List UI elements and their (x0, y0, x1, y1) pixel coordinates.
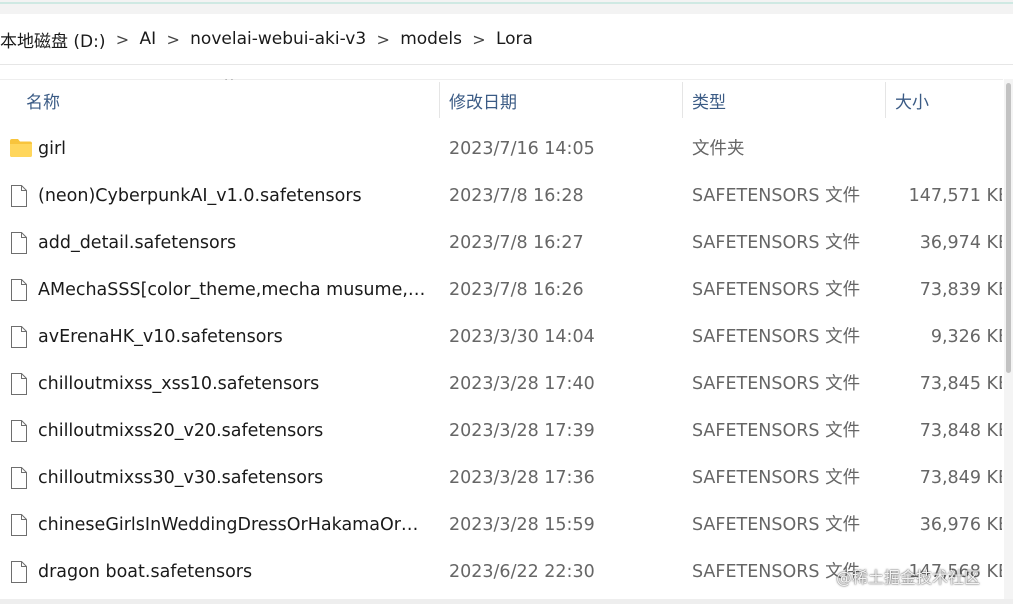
column-divider[interactable] (682, 82, 683, 118)
file-type: SAFETENSORS 文件 (692, 280, 861, 300)
column-header-date[interactable]: 修改日期 (449, 80, 679, 120)
breadcrumb-item-ai[interactable]: AI (140, 29, 157, 49)
column-header-type[interactable]: 类型 (692, 80, 882, 120)
chevron-right-icon[interactable]: > (106, 30, 140, 49)
scrollbar-thumb[interactable] (1006, 83, 1011, 373)
column-header-name[interactable]: 名称 (26, 80, 436, 120)
file-size-cell: 36,976 KB (886, 502, 1002, 549)
file-modified-date: 2023/3/28 15:59 (449, 515, 595, 535)
file-modified-date: 2023/3/28 17:40 (449, 374, 595, 394)
file-size: 147,571 KB (908, 186, 1002, 206)
breadcrumb-item-novelai[interactable]: novelai-webui-aki-v3 (190, 29, 366, 49)
file-icon (9, 372, 31, 396)
file-row[interactable]: avErenaHK_v10.safetensors 2023/3/30 14:04… (0, 314, 1003, 361)
file-modified-date: 2023/6/22 22:30 (449, 562, 595, 582)
file-type: SAFETENSORS 文件 (692, 421, 861, 441)
file-size: 73,839 KB (919, 280, 1002, 300)
column-header-size[interactable]: 大小 (895, 80, 995, 120)
file-row[interactable]: girl 2023/7/16 14:05 文件夹 (0, 126, 1003, 173)
file-icon (9, 513, 31, 537)
file-icon (9, 184, 31, 208)
file-name[interactable]: avErenaHK_v10.safetensors (38, 314, 430, 361)
file-type: SAFETENSORS 文件 (692, 233, 861, 253)
file-name[interactable]: dragon boat.safetensors (38, 549, 430, 596)
file-size-cell: 147,571 KB (886, 173, 1002, 220)
breadcrumb-item-lora[interactable]: Lora (496, 29, 533, 49)
file-row[interactable]: add_detail.safetensors 2023/7/8 16:27 SAFE… (0, 220, 1003, 267)
window-top-strip (0, 0, 1013, 15)
file-size-cell: 73,839 KB (886, 267, 1002, 314)
file-icon (9, 231, 31, 255)
file-modified-date: 2023/3/28 17:36 (449, 468, 595, 488)
file-icon (9, 419, 31, 443)
breadcrumb-item-drive[interactable]: 本地磁盘 (D:) (0, 27, 106, 52)
file-size: 73,849 KB (919, 468, 1002, 488)
file-icon (9, 560, 31, 584)
chevron-right-icon[interactable]: > (462, 30, 496, 49)
file-rows: girl 2023/7/16 14:05 文件夹 (neon)CyberpunkAI_… (0, 126, 1003, 596)
file-name[interactable]: chilloutmixss20_v20.safetensors (38, 408, 430, 455)
chevron-right-icon[interactable]: > (156, 30, 190, 49)
file-modified-date: 2023/3/30 14:04 (449, 327, 595, 347)
file-name[interactable]: chineseGirlsInWeddingDressOrHakamaOrH... (38, 502, 430, 549)
file-name[interactable]: chilloutmixss_xss10.safetensors (38, 361, 430, 408)
file-size-cell: 73,848 KB (886, 408, 1002, 455)
file-modified-date: 2023/7/8 16:27 (449, 233, 584, 253)
file-size-cell: 73,849 KB (886, 455, 1002, 502)
file-row[interactable]: chilloutmixss20_v20.safetensors 2023/3/28… (0, 408, 1003, 455)
file-type: SAFETENSORS 文件 (692, 186, 861, 206)
file-icon (9, 466, 31, 490)
column-header-row: ^ 名称 修改日期 类型 大小 (0, 79, 1003, 120)
file-size: 36,974 KB (919, 233, 1002, 253)
file-list[interactable]: ^ 名称 修改日期 类型 大小 girl 2023/7/16 14:05 文件夹 (n… (0, 79, 1003, 599)
folder-icon (9, 137, 32, 161)
file-type: 文件夹 (692, 139, 745, 159)
file-size-cell (886, 126, 1002, 173)
window-accent-line (0, 2, 1013, 4)
file-type: SAFETENSORS 文件 (692, 374, 861, 394)
file-type: SAFETENSORS 文件 (692, 515, 861, 535)
column-divider[interactable] (885, 82, 886, 118)
breadcrumb[interactable]: 本地磁盘 (D:) > AI > novelai-webui-aki-v3 > … (0, 14, 1013, 65)
file-size-cell: 36,974 KB (886, 220, 1002, 267)
breadcrumb-item-models[interactable]: models (400, 29, 462, 49)
file-row[interactable]: AMechaSSS[color_theme,mecha musume, ... 2… (0, 267, 1003, 314)
file-type: SAFETENSORS 文件 (692, 327, 861, 347)
file-row[interactable]: (neon)CyberpunkAI_v1.0.safetensors 2023/7… (0, 173, 1003, 220)
file-modified-date: 2023/3/28 17:39 (449, 421, 595, 441)
file-size: 36,976 KB (919, 515, 1002, 535)
file-modified-date: 2023/7/8 16:28 (449, 186, 584, 206)
watermark: @稀土掘金技术社区 (836, 568, 981, 587)
window-bottom-strip (0, 599, 1013, 604)
file-modified-date: 2023/7/16 14:05 (449, 139, 595, 159)
file-name[interactable]: add_detail.safetensors (38, 220, 430, 267)
file-type: SAFETENSORS 文件 (692, 562, 861, 582)
file-icon (9, 278, 31, 302)
file-row[interactable]: chilloutmixss_xss10.safetensors 2023/3/28… (0, 361, 1003, 408)
chevron-right-icon[interactable]: > (366, 30, 400, 49)
file-size: 9,326 KB (930, 327, 1002, 347)
file-row[interactable]: chilloutmixss30_v30.safetensors 2023/3/28… (0, 455, 1003, 502)
file-name[interactable]: chilloutmixss30_v30.safetensors (38, 455, 430, 502)
column-divider[interactable] (439, 82, 440, 118)
file-name[interactable]: (neon)CyberpunkAI_v1.0.safetensors (38, 173, 430, 220)
file-name[interactable]: girl (38, 126, 430, 173)
file-size: 73,848 KB (919, 421, 1002, 441)
file-icon (9, 325, 31, 349)
file-size-cell: 73,845 KB (886, 361, 1002, 408)
file-row[interactable]: chineseGirlsInWeddingDressOrHakamaOrH...… (0, 502, 1003, 549)
file-size: 73,845 KB (919, 374, 1002, 394)
file-size-cell: 9,326 KB (886, 314, 1002, 361)
file-name[interactable]: AMechaSSS[color_theme,mecha musume, ... (38, 267, 430, 314)
vertical-scrollbar[interactable] (1004, 79, 1013, 599)
file-type: SAFETENSORS 文件 (692, 468, 861, 488)
file-modified-date: 2023/7/8 16:26 (449, 280, 584, 300)
